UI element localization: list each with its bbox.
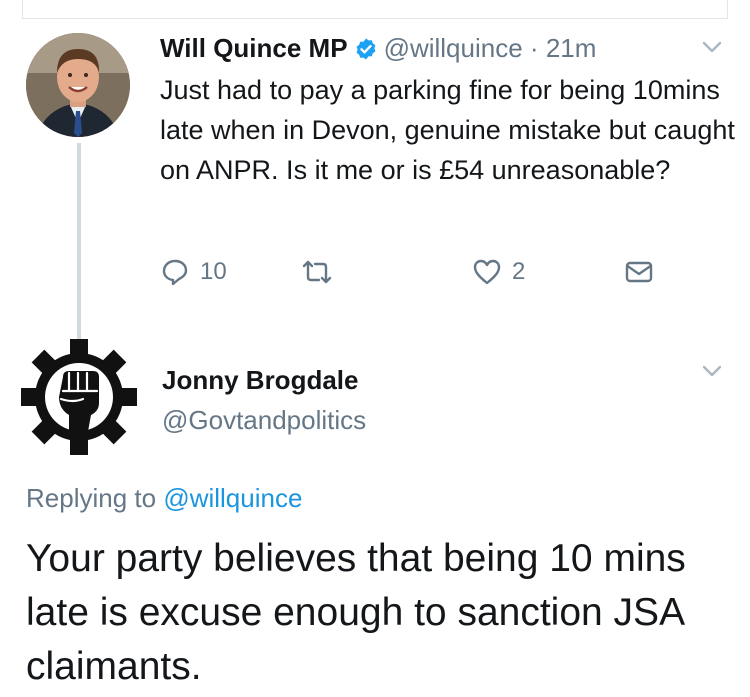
chevron-down-icon[interactable] [702, 364, 722, 383]
avatar[interactable] [26, 33, 130, 137]
tweet-timestamp[interactable]: 21m [546, 33, 597, 63]
tweet-action-bar: 10 2 [160, 252, 660, 292]
author-name[interactable]: Will Quince MP [160, 33, 348, 63]
author-handle[interactable]: @Govtandpolitics [162, 402, 366, 438]
direct-message-button[interactable] [624, 252, 654, 292]
direct-message-icon [624, 259, 654, 285]
verified-badge-icon [354, 34, 378, 70]
retweet-button[interactable] [300, 252, 334, 292]
like-count: 2 [512, 258, 526, 285]
retweet-icon [300, 257, 334, 287]
raised-fist-gear-icon [21, 339, 137, 455]
like-button[interactable]: 2 [472, 252, 525, 292]
author-handle[interactable]: @willquince [384, 33, 523, 63]
reply-count: 10 [200, 258, 227, 285]
replying-to-label: Replying to [26, 483, 157, 513]
profile-photo [26, 33, 130, 137]
chevron-down-icon[interactable] [702, 40, 722, 59]
author-name[interactable]: Jonny Brogdale [162, 362, 358, 398]
tweet-header: Will Quince MP @willquince · 21m [160, 30, 596, 66]
replying-to-line: Replying to @willquince [26, 480, 302, 516]
reply-icon [160, 257, 190, 287]
tweet-text: Just had to pay a parking fine for being… [160, 75, 735, 185]
avatar[interactable] [20, 338, 138, 456]
thread-connector-line [77, 143, 81, 339]
tweet-text: Your party believes that being 10 mins l… [26, 537, 686, 688]
replying-to-mention-link[interactable]: @willquince [163, 483, 302, 513]
reply-button[interactable]: 10 [160, 252, 227, 292]
like-icon [472, 258, 502, 286]
separator-dot: · [529, 33, 539, 63]
previous-card-border [22, 0, 728, 19]
